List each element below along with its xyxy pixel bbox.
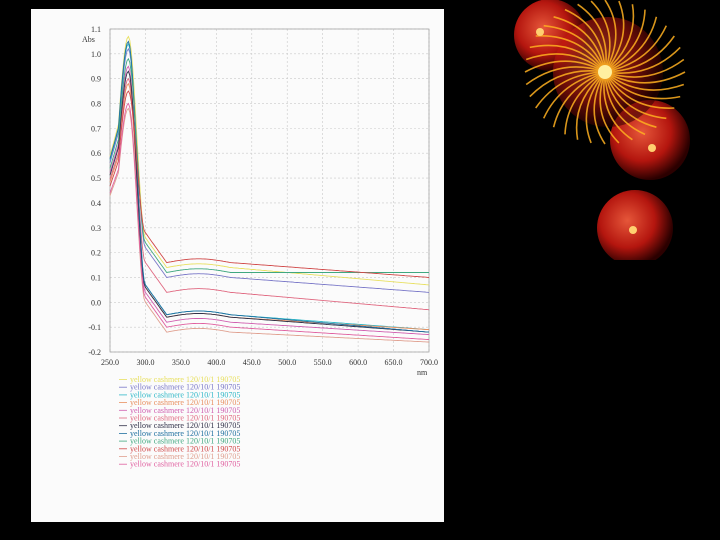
orb-right-glint <box>648 144 656 152</box>
firework-core <box>598 65 612 79</box>
y-tick-label: 1.0 <box>91 50 101 59</box>
spectrum-line <box>109 65 430 336</box>
y-tick-label: 0.5 <box>91 174 101 183</box>
y-tick-label: 0.3 <box>91 224 101 233</box>
y-axis-label: Abs <box>82 35 95 44</box>
spectrum-line <box>109 57 429 274</box>
orb-bottom-glint <box>629 226 637 234</box>
orb-bottom <box>597 190 673 260</box>
absorbance-chart: 250.0 300.0 350.0 400.0 450.0 500.0 550.0 600.0… <box>82 25 438 469</box>
y-tick-label: 0.0 <box>91 298 101 307</box>
x-tick-label: 300.0 <box>136 358 154 367</box>
y-tick-label: -0.1 <box>88 323 101 332</box>
legend-entry: yellow cashmere 120/10/1 190705 <box>130 460 240 469</box>
orb-top-glint <box>536 28 544 36</box>
plot-frame <box>109 28 430 353</box>
decorative-firework-orbs <box>514 0 690 260</box>
spectrum-line <box>109 77 430 311</box>
spectrum-line <box>109 70 430 333</box>
y-tick-label: 0.8 <box>91 100 101 109</box>
x-tick-label: 350.0 <box>172 358 190 367</box>
spectrum-line <box>109 90 430 278</box>
x-tick-label: 600.0 <box>349 358 367 367</box>
spectrum-line <box>109 42 430 331</box>
x-tick-label: 550.0 <box>314 358 332 367</box>
x-tick-label: 500.0 <box>278 358 296 367</box>
y-tick-label: 0.9 <box>91 75 101 84</box>
x-tick-label: 450.0 <box>243 358 261 367</box>
y-tick-label: 0.7 <box>91 124 101 133</box>
y-tick-label: 1.1 <box>91 25 101 34</box>
x-tick-label: 400.0 <box>207 358 225 367</box>
x-tick-label: 250.0 <box>101 358 119 367</box>
spectrum-line <box>109 82 430 331</box>
x-axis-label: nm <box>417 368 428 377</box>
y-tick-label: 0.4 <box>91 199 101 208</box>
x-tick-label: 650.0 <box>385 358 403 367</box>
spectrum-line <box>109 35 430 286</box>
x-tick-label: 700.0 <box>420 358 438 367</box>
spectrum-line <box>109 107 430 343</box>
y-tick-label: -0.2 <box>88 348 101 357</box>
y-tick-label: 0.1 <box>91 273 101 282</box>
y-tick-label: 0.2 <box>91 249 101 258</box>
y-tick-label: 0.6 <box>91 149 101 158</box>
scanned-spectrum-page: 250.0 300.0 350.0 400.0 450.0 500.0 550.0 600.0… <box>31 9 444 522</box>
